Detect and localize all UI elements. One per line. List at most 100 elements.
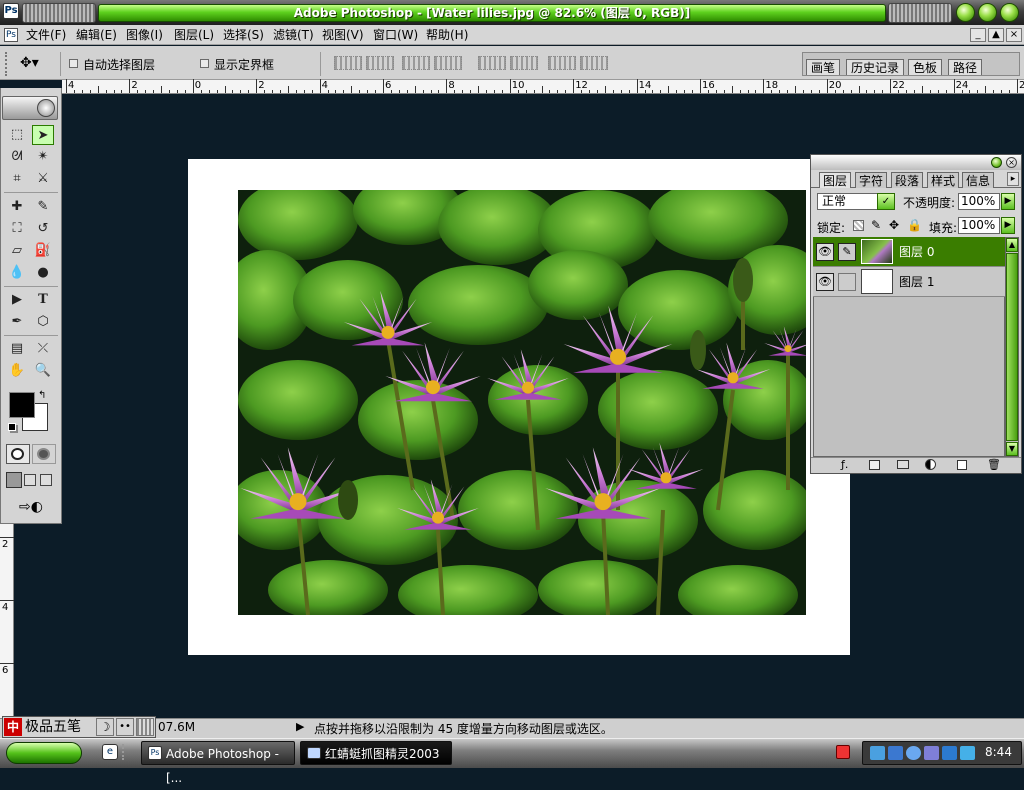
document-icon[interactable]: Ps [4, 28, 18, 42]
layer-row-0[interactable]: 👁 ✎ 图层 0 [813, 237, 1005, 267]
menu-help[interactable]: 帮助(H) [426, 25, 468, 45]
start-button[interactable] [6, 742, 82, 764]
quicklaunch-ie-icon[interactable]: e [102, 744, 118, 760]
menu-edit[interactable]: 编辑(E) [76, 25, 117, 45]
tray-speaker-icon[interactable] [960, 746, 975, 760]
doc-restore-button[interactable]: ▲ [988, 28, 1004, 42]
menu-layer[interactable]: 图层(L) [174, 25, 214, 45]
layer-row-1[interactable]: 👁 图层 1 [813, 267, 1005, 297]
visibility-eye-icon[interactable]: 👁 [816, 243, 834, 261]
tab-info[interactable]: 信息 [962, 172, 995, 188]
distribute-top-icon[interactable] [478, 56, 506, 70]
tab-styles[interactable]: 样式 [927, 172, 960, 188]
palette-close-icon[interactable]: × [1006, 157, 1017, 168]
well-tab-brushes[interactable]: 画笔 [806, 59, 841, 75]
lock-position-icon[interactable]: ✥ [889, 218, 899, 232]
ime-keyboard-icon[interactable] [136, 718, 154, 736]
paint-bucket-icon[interactable]: ⛽ [32, 241, 54, 261]
trash-icon[interactable]: 🗑 [987, 458, 1001, 471]
dodge-icon[interactable]: ● [32, 263, 54, 283]
tray-ime-icon[interactable] [836, 745, 850, 759]
tray-camera-icon[interactable] [870, 746, 885, 760]
opacity-slider-arrow-icon[interactable]: ▶ [1001, 193, 1015, 210]
marquee-icon[interactable]: ⬚ [6, 125, 28, 145]
lock-transparency-icon[interactable] [853, 220, 864, 231]
show-bounds-checkbox[interactable] [200, 59, 209, 68]
menu-file[interactable]: 文件(F) [26, 25, 66, 45]
tab-character[interactable]: 字符 [855, 172, 888, 188]
palette-minimize-icon[interactable] [991, 157, 1002, 168]
history-brush-icon[interactable]: ↺ [32, 219, 54, 239]
close-button[interactable] [1000, 3, 1019, 22]
menu-view[interactable]: 视图(V) [322, 25, 364, 45]
pen-icon[interactable]: ✒ [6, 312, 28, 332]
move-tool-preset-icon[interactable]: ✥▾ [20, 54, 50, 72]
distribute-left-icon[interactable] [548, 56, 576, 70]
menu-select[interactable]: 选择(S) [223, 25, 264, 45]
horizontal-ruler[interactable]: 4202468101214161820222426 [62, 79, 1024, 94]
lock-all-icon[interactable]: 🔒 [907, 218, 922, 232]
menu-image[interactable]: 图像(I) [126, 25, 163, 45]
move-icon[interactable]: ➤ [32, 125, 54, 145]
tray-globe-icon[interactable] [906, 746, 921, 760]
document-size[interactable]: 07.6M [158, 720, 195, 734]
foreground-color-swatch[interactable] [9, 392, 35, 418]
swap-colors-icon[interactable]: ↰ [38, 390, 50, 402]
lock-pixels-icon[interactable]: ✎ [871, 218, 881, 232]
tray-clock[interactable]: 8:44 [985, 745, 1012, 759]
blend-mode-select[interactable]: 正常 [817, 193, 883, 210]
tray-network-icon[interactable] [888, 746, 903, 760]
well-tab-paths[interactable]: 路径 [948, 59, 983, 75]
align-bottom-icon[interactable] [402, 56, 430, 70]
auto-select-checkbox[interactable] [69, 59, 78, 68]
layers-palette-caption[interactable] [811, 155, 1021, 170]
taskbar-item-photoshop[interactable]: Ps Adobe Photoshop - [... [141, 741, 295, 785]
screen-mode-full-menu-icon[interactable] [24, 474, 36, 486]
type-icon[interactable]: T [32, 290, 54, 310]
scroll-down-icon[interactable]: ▼ [1006, 442, 1018, 456]
healing-brush-icon[interactable]: ✚ [6, 197, 28, 217]
blend-mode-dropdown-icon[interactable]: ✓ [877, 193, 895, 210]
visibility-eye-icon[interactable]: 👁 [816, 273, 834, 291]
lasso-icon[interactable]: ᘛ [6, 147, 28, 167]
eraser-icon[interactable]: ▱ [6, 241, 28, 261]
distribute-center-icon[interactable] [510, 56, 538, 70]
screen-mode-standard-icon[interactable] [6, 472, 22, 488]
well-tab-swatches[interactable]: 色板 [908, 59, 943, 75]
doc-close-button[interactable]: × [1006, 28, 1022, 42]
layer-name[interactable]: 图层 0 [899, 243, 934, 260]
adjustment-layer-icon[interactable] [925, 459, 936, 470]
crop-icon[interactable]: ⌗ [6, 169, 28, 189]
ime-name[interactable]: 极品五笔 [25, 717, 81, 737]
taskbar-item-capture[interactable]: 红蜻蜓抓图精灵2003 [300, 741, 452, 765]
menu-window[interactable]: 窗口(W) [373, 25, 418, 45]
brush-link-icon[interactable]: ✎ [838, 243, 856, 261]
layer-style-icon[interactable]: ƒ. [841, 458, 848, 471]
fill-slider-arrow-icon[interactable]: ▶ [1001, 217, 1015, 234]
toolbox-header[interactable] [2, 96, 58, 120]
brush-link-slot[interactable] [838, 273, 856, 291]
palette-menu-arrow-icon[interactable]: ▸ [1007, 172, 1019, 186]
scroll-up-icon[interactable]: ▲ [1006, 238, 1018, 252]
add-mask-icon[interactable] [869, 460, 880, 470]
shape-icon[interactable]: ⬡ [32, 312, 54, 332]
jump-to-imageready-icon[interactable]: ⇨◐ [6, 497, 56, 517]
eyedropper-icon[interactable]: ⤫ [32, 339, 54, 359]
ime-halfwidth-icon[interactable]: ☽ [96, 718, 114, 736]
path-selection-icon[interactable]: ▶ [6, 290, 28, 310]
tab-paragraph[interactable]: 段落 [891, 172, 924, 188]
well-tab-history[interactable]: 历史记录 [846, 59, 905, 75]
quicklaunch-grip[interactable] [122, 744, 132, 760]
align-vcenter-icon[interactable] [366, 56, 394, 70]
tab-layers[interactable]: 图层 [819, 172, 852, 188]
layer-name[interactable]: 图层 1 [899, 273, 934, 290]
status-arrow-icon[interactable]: ▶ [296, 720, 304, 733]
ime-punct-icon[interactable]: •• [116, 718, 134, 736]
align-left-icon[interactable] [434, 56, 462, 70]
align-top-icon[interactable] [334, 56, 362, 70]
ime-logo-icon[interactable]: 中 [4, 718, 22, 736]
water-lilies-photo[interactable] [238, 190, 806, 615]
screen-mode-full-icon[interactable] [40, 474, 52, 486]
slice-icon[interactable]: ⚔ [32, 169, 54, 189]
vertical-ruler[interactable]: 2 4 6 [0, 523, 14, 718]
